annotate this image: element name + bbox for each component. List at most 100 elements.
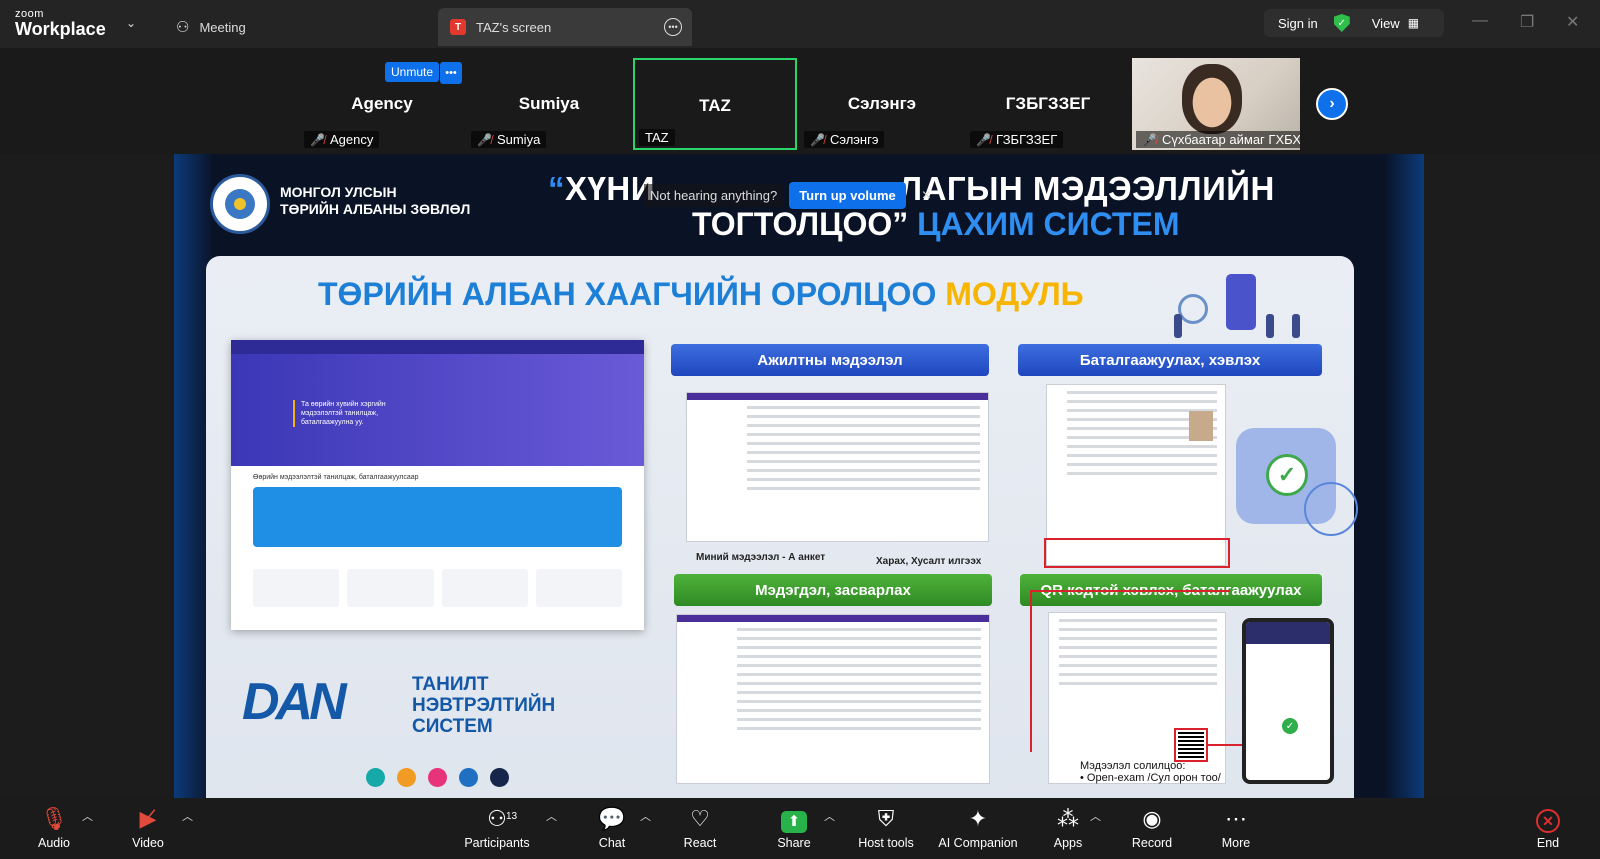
color-dot	[366, 768, 385, 787]
chevron-right-icon: ›	[1329, 95, 1335, 112]
audio-notice-text: Not hearing anything?	[644, 184, 784, 207]
chevron-up-icon[interactable]: ︿	[82, 808, 93, 824]
chat-label: Chat	[598, 836, 626, 850]
close-icon[interactable]: ✕	[1566, 12, 1579, 32]
org-line2: ТӨРИЙН АЛБАНЫ ЗӨВЛӨЛ	[280, 201, 471, 217]
screen-glow-right	[1384, 154, 1424, 798]
participant-label: TAZ	[639, 129, 675, 146]
close-icon[interactable]: ×	[922, 187, 931, 205]
participant-name: ГЗБГЗЗЕГ	[1005, 94, 1091, 113]
participant-tile[interactable]: Agency 🎤̸ Agency	[300, 58, 464, 150]
host-tools-label: Host tools	[858, 836, 914, 850]
participant-label-text: Agency	[329, 132, 374, 147]
org-name: МОНГОЛ УЛСЫН ТӨРИЙН АЛБАНЫ ЗӨВЛӨЛ	[280, 184, 470, 218]
participant-video	[1182, 64, 1242, 134]
turn-up-volume-button[interactable]: Turn up volume	[789, 182, 906, 209]
next-page-button[interactable]: ›	[1316, 88, 1348, 120]
tab-meeting[interactable]: ⚇ Meeting	[176, 8, 246, 46]
portal-subtitle: Өөрийн мэдээлэлтэй танилцаж, баталгаажуу…	[253, 474, 419, 481]
heading2-white: ТОГТОЛЦОО”	[692, 206, 909, 242]
chevron-up-icon[interactable]: ︿	[824, 808, 835, 824]
tab-meeting-label: Meeting	[199, 19, 246, 35]
heading-quote: “	[548, 170, 565, 207]
participant-tile[interactable]: ГЗБГЗЗЕГ 🎤̸ ГЗБГЗЗЕГ	[966, 58, 1130, 150]
zoom-logo[interactable]: zoom Workplace	[15, 9, 106, 39]
participant-tile[interactable]: Sumiya 🎤̸ Sumiya	[467, 58, 631, 150]
sign-in-button[interactable]: Sign in	[1278, 16, 1318, 31]
chevron-up-icon[interactable]: ︿	[546, 808, 557, 824]
heading-start: ХҮНИ	[565, 170, 655, 207]
user-avatar-icon: T	[450, 19, 466, 35]
heart-icon: ♡	[690, 806, 710, 831]
video-label: Video	[132, 836, 164, 850]
participants-button[interactable]: ⚇ 13 Participants	[458, 804, 536, 850]
participant-tile-active[interactable]: TAZ TAZ	[633, 58, 797, 150]
more-icon[interactable]: •••	[664, 18, 682, 36]
participant-tile[interactable]: Сэлэнгэ 🎤̸ Сэлэнгэ	[800, 58, 964, 150]
council-emblem-icon	[210, 174, 270, 234]
info-line1: Мэдээлэл солилцоо:	[1080, 760, 1186, 772]
sparkle-icon: ✦	[968, 806, 988, 831]
dan-line1: ТАНИЛТ НЭВТРЭЛТИЙН	[412, 674, 556, 716]
participant-label-text: TAZ	[645, 130, 669, 145]
slide-panel: ТӨРИЙН АЛБАН ХААГЧИЙН ОРОЛЦОО МОДУЛЬ Та …	[206, 256, 1358, 798]
people-icon: ⚇	[176, 19, 190, 36]
color-dot	[490, 768, 509, 787]
mic-muted-icon: 🎤̸	[310, 132, 325, 147]
participants-icon: ⚇ 13	[458, 804, 536, 834]
color-dot	[428, 768, 447, 787]
title-bar: zoom Workplace ⌄ ⚇ Meeting T TAZ's scree…	[0, 0, 1600, 48]
tab-screen-share[interactable]: T TAZ's screen •••	[438, 8, 692, 46]
participant-label-text: ГЗБГЗЗЕГ	[995, 132, 1058, 147]
more-label: More	[1221, 836, 1251, 850]
chevron-up-icon[interactable]: ︿	[640, 808, 651, 824]
chevron-down-icon[interactable]: ⌄	[126, 16, 136, 30]
audio-notice: Not hearing anything? Turn up volume ×	[644, 182, 931, 209]
mic-muted-icon: 🎤̸	[810, 132, 825, 147]
more-icon: ⋯	[1225, 806, 1247, 831]
top-right-group: Sign in ✓ View ▦	[1264, 9, 1444, 37]
record-button[interactable]: ◉ Record	[1112, 804, 1192, 850]
minimize-icon[interactable]: —	[1472, 12, 1488, 30]
heading-end: ЛАГЫН МЭДЭЭЛЛИЙН	[898, 170, 1275, 207]
participant-label: 🎤̸ ГЗБГЗЗЕГ	[970, 131, 1064, 148]
color-dot	[459, 768, 478, 787]
participant-video-tile[interactable]: 🎤̸ Сүхбаатар аймаг ГХБХ...	[1132, 58, 1300, 150]
info-text: Мэдээлэл солилцоо: • Open-exam /Сул орон…	[1080, 760, 1221, 784]
shield-icon: ⛨	[877, 806, 895, 831]
participant-label-text: Сүхбаатар аймаг ГХБХ...	[1161, 132, 1300, 147]
chevron-up-icon[interactable]: ︿	[182, 808, 193, 824]
participants-label: Participants	[464, 836, 530, 850]
video-button[interactable]: ▶̸ Video	[108, 804, 188, 850]
record-icon: ◉	[1142, 806, 1162, 831]
shield-check-icon[interactable]: ✓	[1333, 14, 1350, 32]
grid-view-icon[interactable]: ▦	[1408, 16, 1419, 30]
slide-heading-line2: ТОГТОЛЦОО” ЦАХИМ СИСТЕМ	[692, 206, 1179, 243]
dan-logo: DAN ТАНИЛТ НЭВТРЭЛТИЙН СИСТЕМ	[242, 666, 622, 737]
view-button[interactable]: View	[1372, 16, 1400, 31]
color-dots	[366, 768, 509, 787]
info-line2: • Open-exam /Сул орон тоо/	[1080, 772, 1221, 784]
host-tools-button[interactable]: ⛨ Host tools	[846, 804, 926, 850]
participant-label: 🎤̸ Сэлэнгэ	[804, 131, 885, 148]
ai-companion-button[interactable]: ✦ AI Companion	[930, 804, 1026, 850]
arrow-right-icon	[1208, 744, 1242, 746]
restore-icon[interactable]: ❐	[1520, 12, 1534, 32]
employee-info-label: Ажилтны мэдээлэл	[671, 344, 989, 376]
brand-bottom: Workplace	[15, 19, 106, 39]
participant-label: 🎤̸ Agency	[304, 131, 380, 148]
heading2-blue: ЦАХИМ СИСТЕМ	[908, 206, 1180, 242]
share-button[interactable]: ⬆ Share	[754, 804, 834, 850]
more-button[interactable]: ⋯ More	[1196, 804, 1276, 850]
employee-info-screenshot	[686, 392, 989, 542]
check-icon: ✓	[1266, 454, 1308, 496]
end-button[interactable]: ✕ End	[1508, 804, 1588, 850]
dan-logo-text: ТАНИЛТ НЭВТРЭЛТИЙН СИСТЕМ	[412, 674, 622, 737]
shared-screen: МОНГОЛ УЛСЫН ТӨРИЙН АЛБАНЫ ЗӨВЛӨЛ “ХҮНИ Л…	[174, 154, 1424, 798]
participant-name: Agency	[351, 94, 413, 113]
mic-muted-icon: 🎤̸	[477, 132, 492, 147]
mic-muted-icon: 🎤̸	[976, 132, 991, 147]
ai-companion-label: AI Companion	[938, 836, 1018, 850]
chevron-up-icon[interactable]: ︿	[1090, 808, 1101, 824]
react-button[interactable]: ♡ React	[660, 804, 740, 850]
